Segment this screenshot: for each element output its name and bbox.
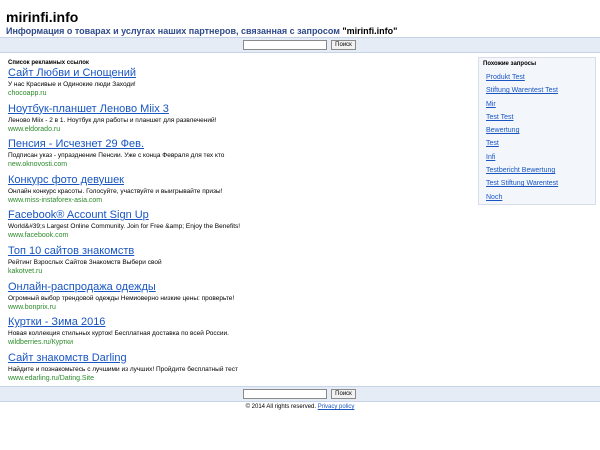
ad-url[interactable]: chocoapp.ru: [8, 89, 438, 98]
related-link[interactable]: Bewertung: [486, 127, 519, 134]
search-button[interactable]: Поиск: [331, 40, 356, 50]
ad-title-link[interactable]: Конкурс фото девушек: [8, 174, 438, 187]
ad-title-link[interactable]: Сайт знакомств Darling: [8, 352, 438, 365]
related-item: Test Test: [486, 111, 558, 124]
ad-url[interactable]: www.miss-instaforex-asia.com: [8, 196, 438, 205]
copyright-text: © 2014 All rights reserved.: [245, 404, 317, 410]
ad-item: Пенсия - Исчезнет 29 Фев. Подписан указ …: [8, 138, 438, 174]
ad-item: Куртки - Зима 2016 Новая коллекция стиль…: [8, 316, 438, 352]
related-link[interactable]: Test: [486, 140, 499, 147]
bottom-search-bar: Поиск: [0, 386, 600, 402]
search-input[interactable]: [243, 389, 327, 399]
ad-url[interactable]: www.facebook.com: [8, 231, 438, 240]
ad-description: Огромный выбор трендовой одежды Немиовер…: [8, 294, 235, 302]
related-link[interactable]: Test Test: [486, 114, 514, 121]
site-title: mirinfi.info: [6, 9, 79, 25]
ad-title-link[interactable]: Сайт Любви и Снощений: [8, 67, 438, 80]
ad-title-link[interactable]: Ноутбук-планшет Леново Miix 3: [8, 103, 438, 116]
page-subtitle: Информация о товарах и услугах наших пар…: [6, 26, 397, 36]
ad-title-link[interactable]: Онлайн-распродажа одежды: [8, 281, 438, 294]
ad-description: Найдите и познакомьтесь с лучшими из луч…: [8, 365, 239, 373]
ad-item: Сайт знакомств Darling Найдите и познако…: [8, 352, 438, 388]
search-button[interactable]: Поиск: [331, 389, 356, 399]
related-link[interactable]: Mir: [486, 101, 496, 108]
ad-item: Топ 10 сайтов знакомств Рейтинг Взрослых…: [8, 245, 438, 281]
ad-description: Онлайн конкурс красоты. Голосуйте, участ…: [8, 187, 223, 195]
related-link[interactable]: Stiftung Warentest Test: [486, 87, 558, 94]
related-header: Похожие запросы: [483, 61, 537, 67]
ad-url[interactable]: wildberries.ru/Куртки: [8, 338, 438, 347]
ad-item: Facebook® Account Sign Up World&#39;s La…: [8, 209, 438, 245]
related-item: Produkt Test: [486, 71, 558, 84]
ad-title-link[interactable]: Пенсия - Исчезнет 29 Фев.: [8, 138, 438, 151]
related-link[interactable]: Test Stiftung Warentest: [486, 180, 558, 187]
ad-description: World&#39;s Largest Online Community. Jo…: [8, 223, 241, 231]
related-item: Mir: [486, 98, 558, 111]
related-link[interactable]: Noch: [486, 194, 502, 201]
related-item: Bewertung: [486, 124, 558, 137]
ad-item: Ноутбук-планшет Леново Miix 3 Леново Mii…: [8, 103, 438, 139]
related-item: Stiftung Warentest Test: [486, 84, 558, 97]
related-link[interactable]: Produkt Test: [486, 74, 525, 81]
ad-url[interactable]: new.oknovosti.com: [8, 160, 438, 169]
ad-url[interactable]: www.edarling.ru/Dating.Site: [8, 374, 438, 383]
ad-description: Новая коллекция стильных курток! Бесплат…: [8, 330, 229, 338]
privacy-policy-link[interactable]: Privacy policy: [318, 404, 355, 410]
footer: © 2014 All rights reserved. Privacy poli…: [0, 404, 600, 410]
ad-item: Конкурс фото девушек Онлайн конкурс крас…: [8, 174, 438, 210]
ad-list: Сайт Любви и Снощений У нас Красивые и О…: [8, 67, 438, 387]
ad-description: Подписан указ - упразднение Пенсии. Уже …: [8, 152, 225, 160]
search-input[interactable]: [243, 40, 327, 50]
ad-item: Сайт Любви и Снощений У нас Красивые и О…: [8, 67, 438, 103]
ad-title-link[interactable]: Куртки - Зима 2016: [8, 316, 438, 329]
related-link[interactable]: Infi: [486, 154, 495, 161]
subtitle-query: "mirinfi.info": [342, 26, 398, 36]
subtitle-text: Информация о товарах и услугах наших пар…: [6, 26, 343, 36]
ad-url[interactable]: www.bonprix.ru: [8, 303, 438, 312]
related-item: Infi: [486, 151, 558, 164]
ad-title-link[interactable]: Facebook® Account Sign Up: [8, 209, 438, 222]
ad-url[interactable]: www.eldorado.ru: [8, 125, 438, 134]
ad-description: Леново Miix - 2 в 1. Ноутбук для работы …: [8, 116, 217, 124]
related-link[interactable]: Testbericht Bewertung: [486, 167, 555, 174]
related-list: Produkt Test Stiftung Warentest Test Mir…: [486, 71, 558, 204]
top-search-bar: Поиск: [0, 37, 600, 53]
ad-title-link[interactable]: Топ 10 сайтов знакомств: [8, 245, 438, 258]
related-item: Test: [486, 137, 558, 150]
related-item: Testbericht Bewertung: [486, 164, 558, 177]
related-item: Test Stiftung Warentest: [486, 177, 558, 190]
ads-header: Список рекламных ссылок: [8, 60, 89, 66]
ad-item: Онлайн-распродажа одежды Огромный выбор …: [8, 281, 438, 317]
related-item: Noch: [486, 191, 558, 204]
related-searches-panel: Похожие запросы Produkt Test Stiftung Wa…: [478, 57, 596, 205]
ad-url[interactable]: kakotvet.ru: [8, 267, 438, 276]
ad-description: У нас Красивые и Одинокие люди Заходи!: [8, 81, 136, 88]
ad-description: Рейтинг Взрослых Сайтов Знакомств Выбери…: [8, 258, 162, 266]
